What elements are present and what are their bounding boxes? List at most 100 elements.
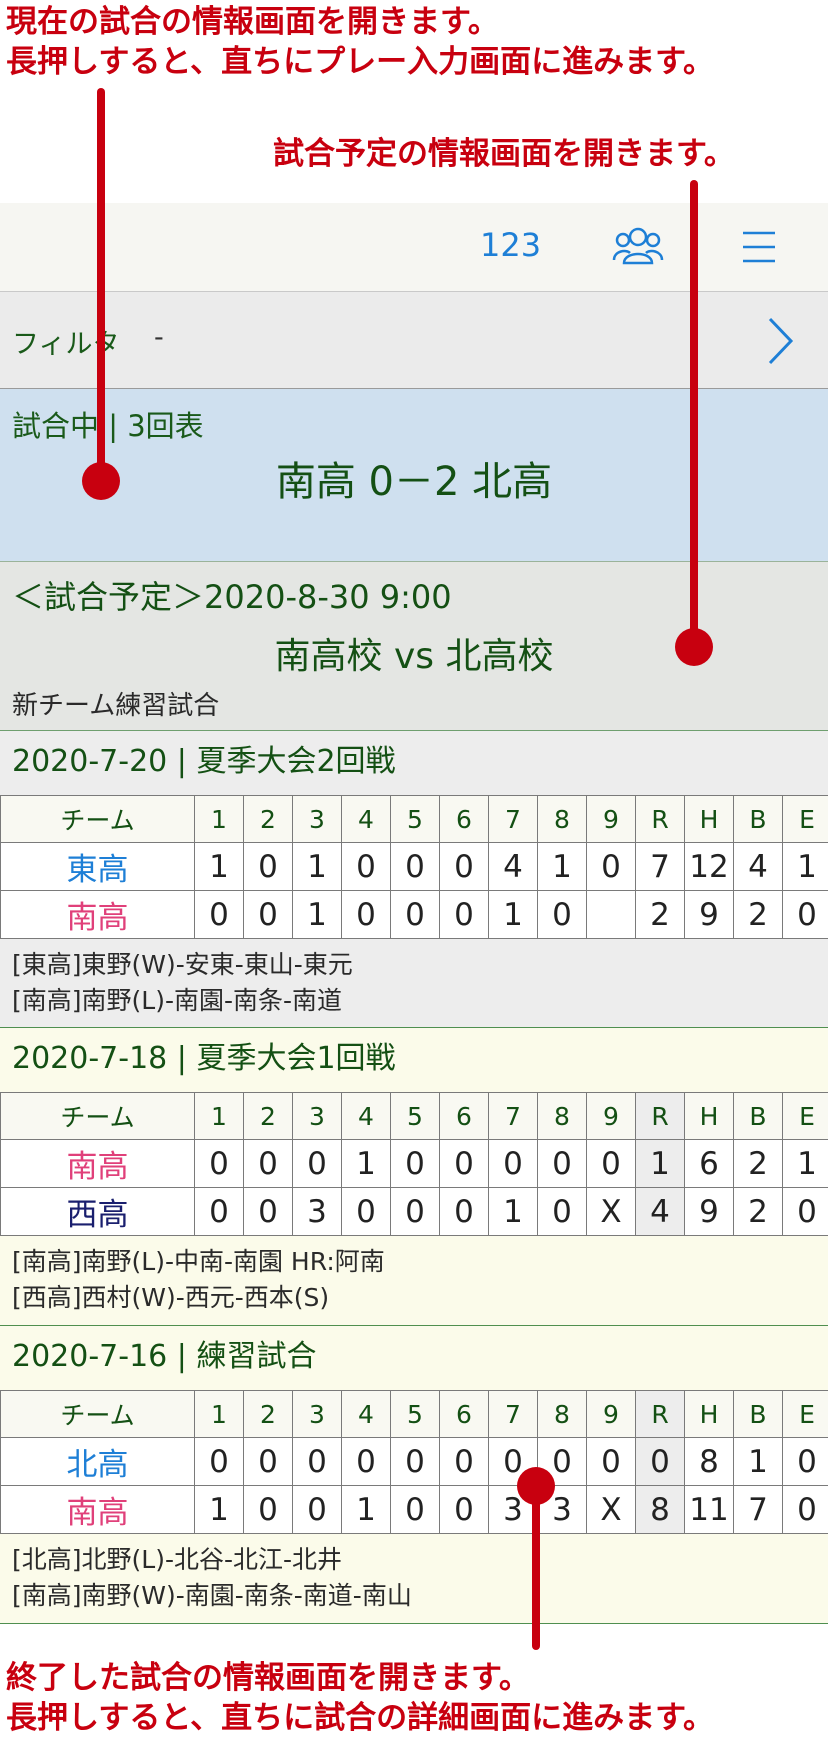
- game-title: 2020-7-20 | 夏季大会2回戦: [12, 744, 396, 779]
- annotation-finished-line2: 長押しすると、直ちに試合の詳細画面に進みます。: [6, 1700, 715, 1737]
- score-cell: 0: [586, 842, 636, 891]
- score-cell: 0: [635, 1437, 685, 1486]
- column-header: 3: [292, 1092, 342, 1140]
- box-score-table: チーム 1 2 3 4 5 6 7 8 9 R H B E 東高 1 0 1 0 0 0 4 1 0 7 12 4 1 南高 0 0 1 0 0 0…: [0, 795, 828, 939]
- box-score-row: 北高 0 0 0 0 0 0 0 0 0 0 8 1 0: [0, 1437, 828, 1486]
- score-cell: 0: [194, 1187, 244, 1236]
- score-cell: 0: [537, 1187, 587, 1236]
- live-game-card[interactable]: 試合中 | 3回表 南高 0－2 北高: [0, 389, 828, 562]
- score-cell: 7: [733, 1485, 783, 1534]
- score-cell: [586, 890, 636, 939]
- team-name: 南高: [0, 1139, 195, 1188]
- column-header: E: [782, 795, 828, 843]
- score-cell: 3: [292, 1187, 342, 1236]
- score-cell: 0: [341, 1437, 391, 1486]
- people-icon[interactable]: [612, 223, 664, 273]
- column-header: 6: [439, 795, 489, 843]
- column-header: 8: [537, 795, 587, 843]
- box-score-row: 東高 1 0 1 0 0 0 4 1 0 7 12 4 1: [0, 842, 828, 891]
- score-cell: 0: [782, 1187, 828, 1236]
- scheduled-game-header: ＜試合予定＞2020-8-30 9:00: [12, 578, 452, 616]
- score-cell: 2: [733, 1139, 783, 1188]
- score-cell: 6: [684, 1139, 734, 1188]
- finished-game-card[interactable]: 2020-7-16 | 練習試合 チーム 1 2 3 4 5 6 7 8 9 R H B E 北高 0 0 0 0 0 0…: [0, 1326, 828, 1624]
- score-cell: 0: [390, 1139, 440, 1188]
- column-header: 3: [292, 1390, 342, 1438]
- column-header-team: チーム: [0, 1390, 195, 1438]
- pitcher-lineup: [南高]南野(L)-中南-南園 HR:阿南 [西高]西村(W)-西元-西本(S): [0, 1236, 828, 1324]
- box-score-row: 南高 0 0 1 0 0 0 1 0 2 9 2 0: [0, 890, 828, 939]
- pointer-dot-scheduled: [675, 628, 713, 666]
- annotation-scheduled-game: 試合予定の情報画面を開きます。: [273, 136, 735, 172]
- column-header: H: [684, 795, 734, 843]
- score-cell: 0: [537, 1139, 587, 1188]
- score-cell: 0: [782, 1485, 828, 1534]
- chevron-right-icon[interactable]: [766, 316, 794, 370]
- score-cell: 0: [194, 1139, 244, 1188]
- score-cell: 2: [733, 890, 783, 939]
- annotation-finished-game: 終了した試合の情報画面を開きます。 長押しすると、直ちに試合の詳細画面に進みます…: [6, 1658, 714, 1739]
- column-header: E: [782, 1390, 828, 1438]
- score-cell: 0: [292, 1437, 342, 1486]
- column-header: 2: [243, 1390, 293, 1438]
- score-cell: 4: [635, 1187, 685, 1236]
- score-cell: 11: [684, 1485, 734, 1534]
- box-score-row: 西高 0 0 3 0 0 0 1 0 X 4 9 2 0: [0, 1187, 828, 1236]
- score-cell: 0: [439, 1437, 489, 1486]
- column-header: 5: [390, 1390, 440, 1438]
- column-header: B: [733, 795, 783, 843]
- score-cell: 0: [586, 1139, 636, 1188]
- pointer-dot-finished: [517, 1467, 555, 1505]
- annotation-live-game: 現在の試合の情報画面を開きます。 長押しすると、直ちにプレー入力画面に進みます。: [6, 2, 714, 83]
- score-cell: 4: [488, 842, 538, 891]
- game-count-button[interactable]: 123: [480, 226, 541, 264]
- score-cell: 0: [243, 1187, 293, 1236]
- box-score-header-row: チーム 1 2 3 4 5 6 7 8 9 R H B E: [0, 1092, 828, 1140]
- finished-game-card[interactable]: 2020-7-18 | 夏季大会1回戦 チーム 1 2 3 4 5 6 7 8 9 R H B E 南高 0 0 0…: [0, 1028, 828, 1326]
- score-cell: 1: [488, 1187, 538, 1236]
- scheduled-game-note: 新チーム練習試合: [12, 691, 220, 721]
- column-header: B: [733, 1390, 783, 1438]
- score-cell: 2: [635, 890, 685, 939]
- score-cell: 0: [341, 842, 391, 891]
- pitcher-line: [南高]南野(W)-南園-南条-南道-南山: [12, 1581, 412, 1610]
- column-header: B: [733, 1092, 783, 1140]
- column-header: 8: [537, 1092, 587, 1140]
- score-cell: 1: [194, 1485, 244, 1534]
- column-header: E: [782, 1092, 828, 1140]
- pitcher-line: [東高]東野(W)-安東-東山-東元: [12, 950, 353, 979]
- score-cell: X: [586, 1187, 636, 1236]
- column-header: R: [635, 795, 685, 843]
- box-score-table: チーム 1 2 3 4 5 6 7 8 9 R H B E 北高 0 0 0 0 0 0 0 0 0 0 8 1 0 南高 1 0 0 1 0 0 3…: [0, 1390, 828, 1534]
- team-name: 南高: [0, 1485, 195, 1534]
- score-cell: 1: [733, 1437, 783, 1486]
- column-header: H: [684, 1092, 734, 1140]
- column-header: 5: [390, 795, 440, 843]
- menu-icon[interactable]: [741, 229, 777, 269]
- pointer-line-live: [97, 88, 105, 480]
- score-cell: 1: [341, 1139, 391, 1188]
- score-cell: 1: [292, 890, 342, 939]
- score-cell: 1: [194, 842, 244, 891]
- score-cell: 0: [390, 1437, 440, 1486]
- score-cell: 0: [292, 1139, 342, 1188]
- column-header: 6: [439, 1092, 489, 1140]
- score-cell: 0: [439, 1187, 489, 1236]
- filter-value: -: [154, 322, 164, 353]
- column-header: 7: [488, 1092, 538, 1140]
- column-header-team: チーム: [0, 795, 195, 843]
- score-cell: 9: [684, 890, 734, 939]
- column-header: R: [635, 1092, 685, 1140]
- filter-bar[interactable]: フィルタ -: [0, 292, 828, 389]
- column-header: 7: [488, 795, 538, 843]
- column-header: 9: [586, 1390, 636, 1438]
- box-score-row: 南高 1 0 0 1 0 0 3 3 X 8 11 7 0: [0, 1485, 828, 1534]
- score-cell: 9: [684, 1187, 734, 1236]
- pitcher-line: [南高]南野(L)-南園-南条-南道: [12, 986, 343, 1015]
- score-cell: 0: [243, 1437, 293, 1486]
- score-cell: 1: [341, 1485, 391, 1534]
- finished-game-card[interactable]: 2020-7-20 | 夏季大会2回戦 チーム 1 2 3 4 5 6 7 8 9 R H B E 東高 1 0 1…: [0, 731, 828, 1028]
- score-cell: 0: [243, 842, 293, 891]
- score-cell: 0: [341, 1187, 391, 1236]
- pointer-dot-live: [82, 462, 120, 500]
